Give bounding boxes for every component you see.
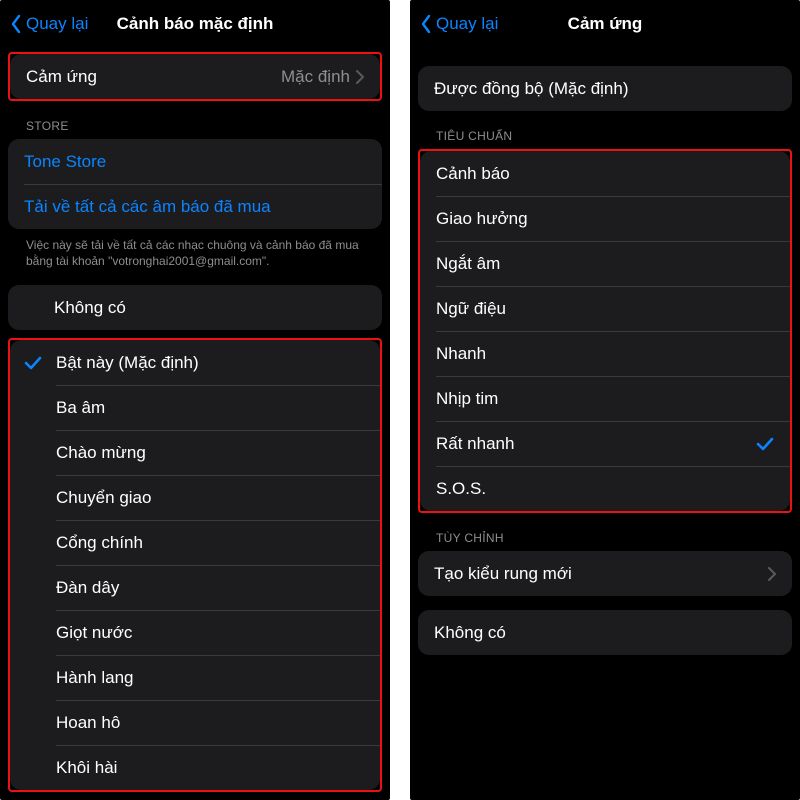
standard-item[interactable]: Rất nhanh xyxy=(420,421,790,466)
tone-none[interactable]: Không có xyxy=(8,285,382,330)
standard-item[interactable]: S.O.S. xyxy=(420,466,790,511)
chevron-left-icon xyxy=(420,14,432,34)
standard-label: Cảnh báo xyxy=(436,164,774,184)
haptic-row[interactable]: Cảm ứng Mặc định xyxy=(10,54,380,99)
tone-item[interactable]: Hoan hô xyxy=(10,700,380,745)
store-item-tone-store[interactable]: Tone Store xyxy=(8,139,382,184)
navbar: Quay lại Cảm ứng xyxy=(410,0,800,48)
standard-item[interactable]: Ngữ điệu xyxy=(420,286,790,331)
chevron-right-icon xyxy=(768,567,776,581)
tone-item[interactable]: Ba âm xyxy=(10,385,380,430)
back-label: Quay lại xyxy=(436,14,498,34)
tone-item[interactable]: Chuyển giao xyxy=(10,475,380,520)
tone-item[interactable]: Bật này (Mặc định) xyxy=(10,340,380,385)
tone-label: Ba âm xyxy=(56,398,364,418)
tone-item[interactable]: Cổng chính xyxy=(10,520,380,565)
screen-haptics: Quay lại Cảm ứng Được đồng bộ (Mặc định)… xyxy=(410,0,800,800)
highlight-haptic: Cảm ứng Mặc định xyxy=(8,52,382,101)
haptic-label: Cảm ứng xyxy=(26,67,281,87)
haptic-none[interactable]: Không có xyxy=(418,610,792,655)
tone-label: Khôi hài xyxy=(56,758,364,778)
standard-list: Cảnh báo Giao hưởng Ngắt âm Ngữ điệu Nhanh Nh… xyxy=(420,151,790,511)
back-label: Quay lại xyxy=(26,14,88,34)
standard-label: S.O.S. xyxy=(436,479,774,499)
standard-label: Nhịp tim xyxy=(436,389,774,409)
standard-label: Rất nhanh xyxy=(436,434,756,454)
none-card: Không có xyxy=(8,285,382,330)
tone-list: Bật này (Mặc định) Ba âm Chào mừng Chuyển g… xyxy=(10,340,380,790)
custom-header: TÙY CHỈNH xyxy=(418,513,792,551)
standard-item[interactable]: Cảnh báo xyxy=(420,151,790,196)
tone-item[interactable]: Giọt nước xyxy=(10,610,380,655)
screen-default-alerts: Quay lại Cảnh báo mặc định Cảm ứng Mặc đ… xyxy=(0,0,390,800)
checkmark-icon xyxy=(24,355,42,371)
tone-label: Chuyển giao xyxy=(56,488,364,508)
tone-item[interactable]: Khôi hài xyxy=(10,745,380,790)
haptic-value: Mặc định xyxy=(281,67,350,87)
tone-label: Bật này (Mặc định) xyxy=(56,353,364,373)
tone-label: Hoan hô xyxy=(56,713,364,733)
standard-item[interactable]: Nhanh xyxy=(420,331,790,376)
standard-item[interactable]: Ngắt âm xyxy=(420,241,790,286)
chevron-right-icon xyxy=(356,70,364,84)
standard-item[interactable]: Nhịp tim xyxy=(420,376,790,421)
store-item-download-all[interactable]: Tải về tất cả các âm báo đã mua xyxy=(8,184,382,229)
tone-item[interactable]: Đàn dây xyxy=(10,565,380,610)
synced-row[interactable]: Được đồng bộ (Mặc định) xyxy=(418,66,792,111)
back-button[interactable]: Quay lại xyxy=(420,14,498,34)
standard-label: Ngắt âm xyxy=(436,254,774,274)
tone-label: Chào mừng xyxy=(56,443,364,463)
back-button[interactable]: Quay lại xyxy=(10,14,88,34)
tone-item[interactable]: Hành lang xyxy=(10,655,380,700)
tone-label: Giọt nước xyxy=(56,623,364,643)
standard-label: Nhanh xyxy=(436,344,774,364)
standard-header: TIÊU CHUẨN xyxy=(418,111,792,149)
tone-item[interactable]: Chào mừng xyxy=(10,430,380,475)
tone-label: Đàn dây xyxy=(56,578,364,598)
chevron-left-icon xyxy=(10,14,22,34)
highlight-standard-list: Cảnh báo Giao hưởng Ngắt âm Ngữ điệu Nhanh Nh… xyxy=(418,149,792,513)
custom-card: Tạo kiểu rung mới xyxy=(418,551,792,596)
store-footer: Việc này sẽ tải về tất cả các nhạc chuôn… xyxy=(8,229,382,271)
synced-card: Được đồng bộ (Mặc định) xyxy=(418,66,792,111)
highlight-tone-list: Bật này (Mặc định) Ba âm Chào mừng Chuyển g… xyxy=(8,338,382,792)
checkmark-icon xyxy=(756,436,774,452)
navbar: Quay lại Cảnh báo mặc định xyxy=(0,0,390,48)
none-card: Không có xyxy=(418,610,792,655)
standard-label: Giao hưởng xyxy=(436,209,774,229)
tone-label: Cổng chính xyxy=(56,533,364,553)
create-vibration-row[interactable]: Tạo kiểu rung mới xyxy=(418,551,792,596)
standard-item[interactable]: Giao hưởng xyxy=(420,196,790,241)
store-card: Tone Store Tải về tất cả các âm báo đã m… xyxy=(8,139,382,229)
store-header: STORE xyxy=(8,101,382,139)
tone-label: Hành lang xyxy=(56,668,364,688)
standard-label: Ngữ điệu xyxy=(436,299,774,319)
